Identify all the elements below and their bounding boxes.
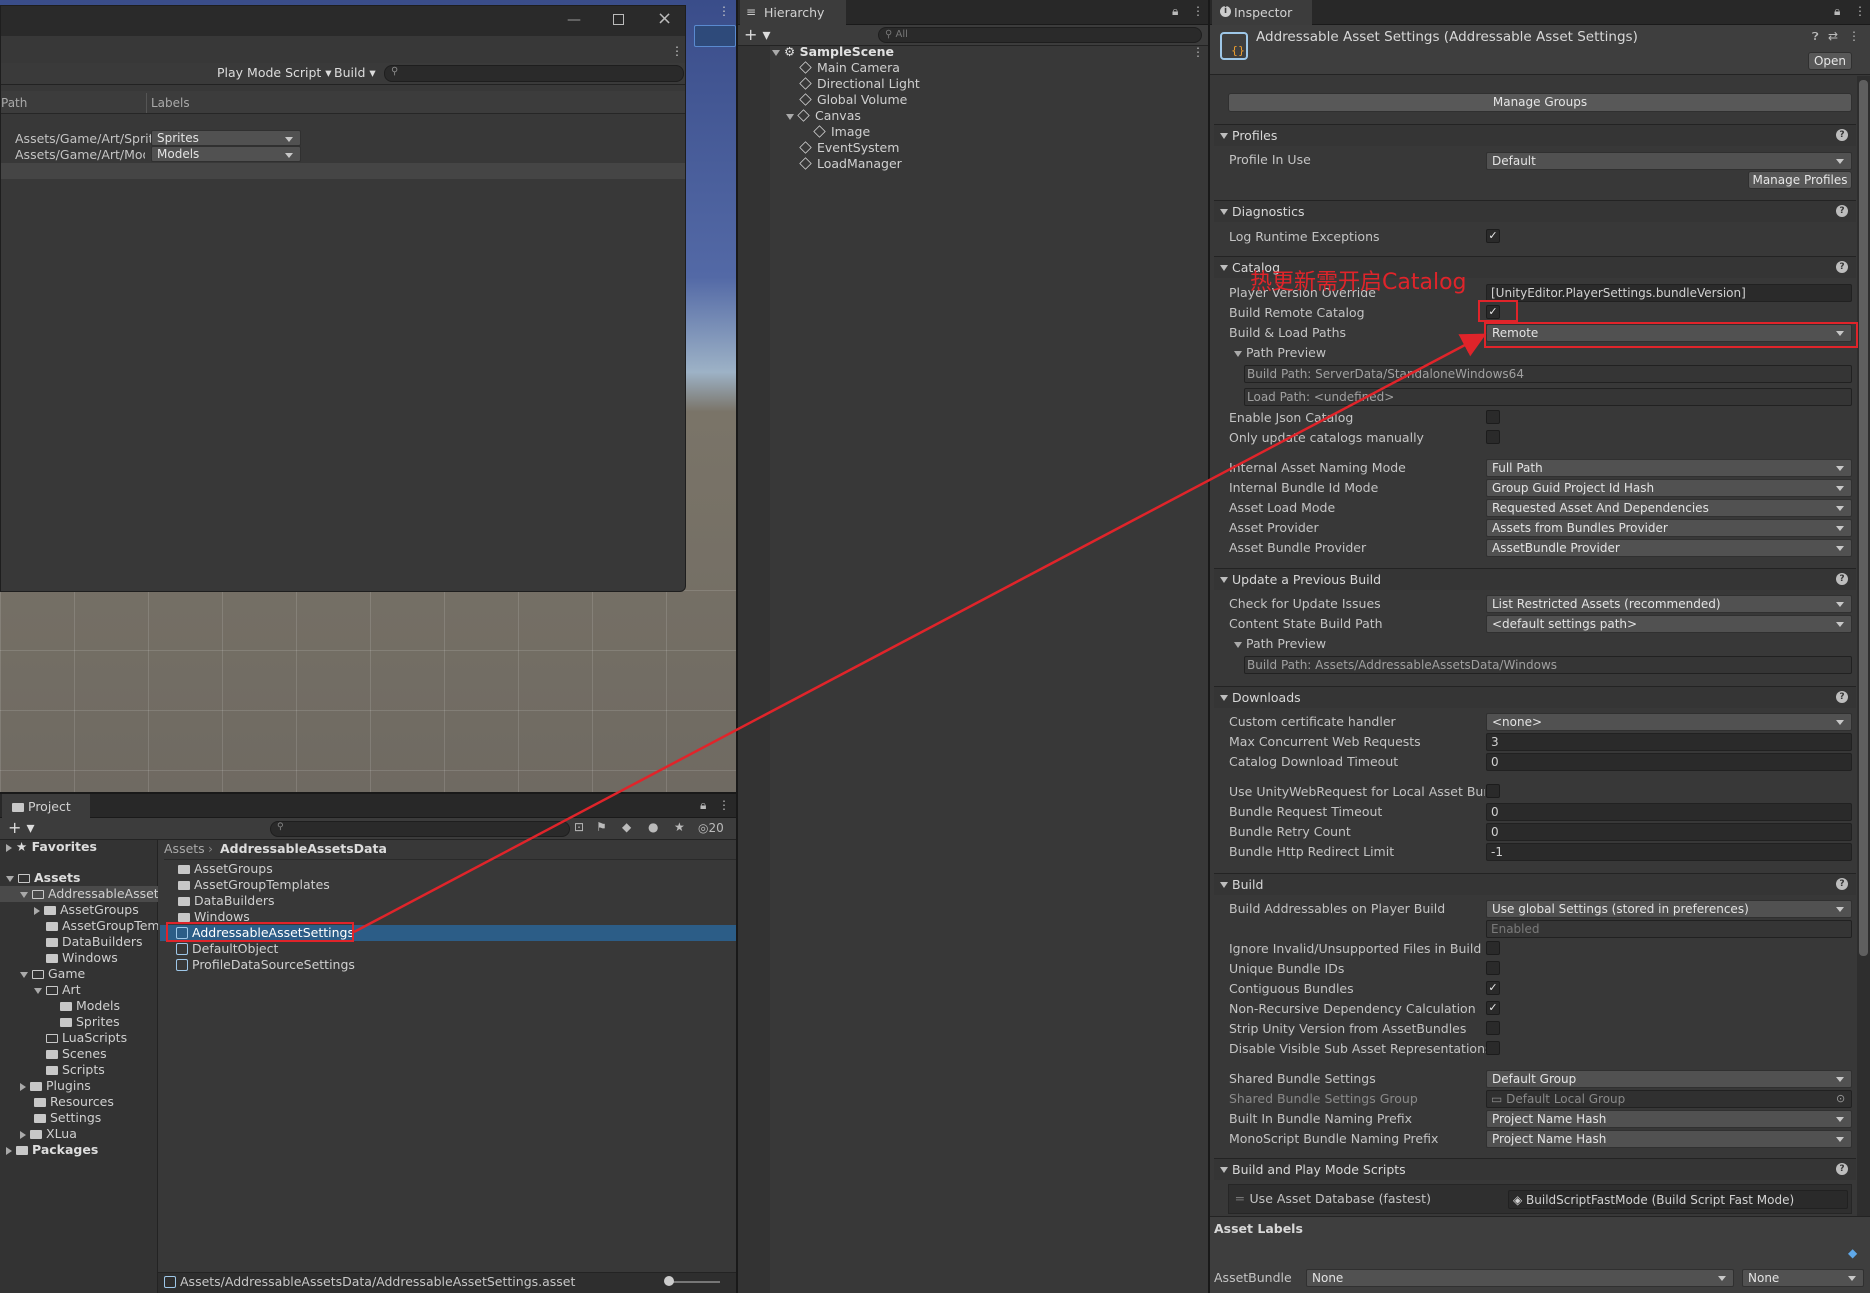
annotation-arrow: [353, 333, 1487, 934]
